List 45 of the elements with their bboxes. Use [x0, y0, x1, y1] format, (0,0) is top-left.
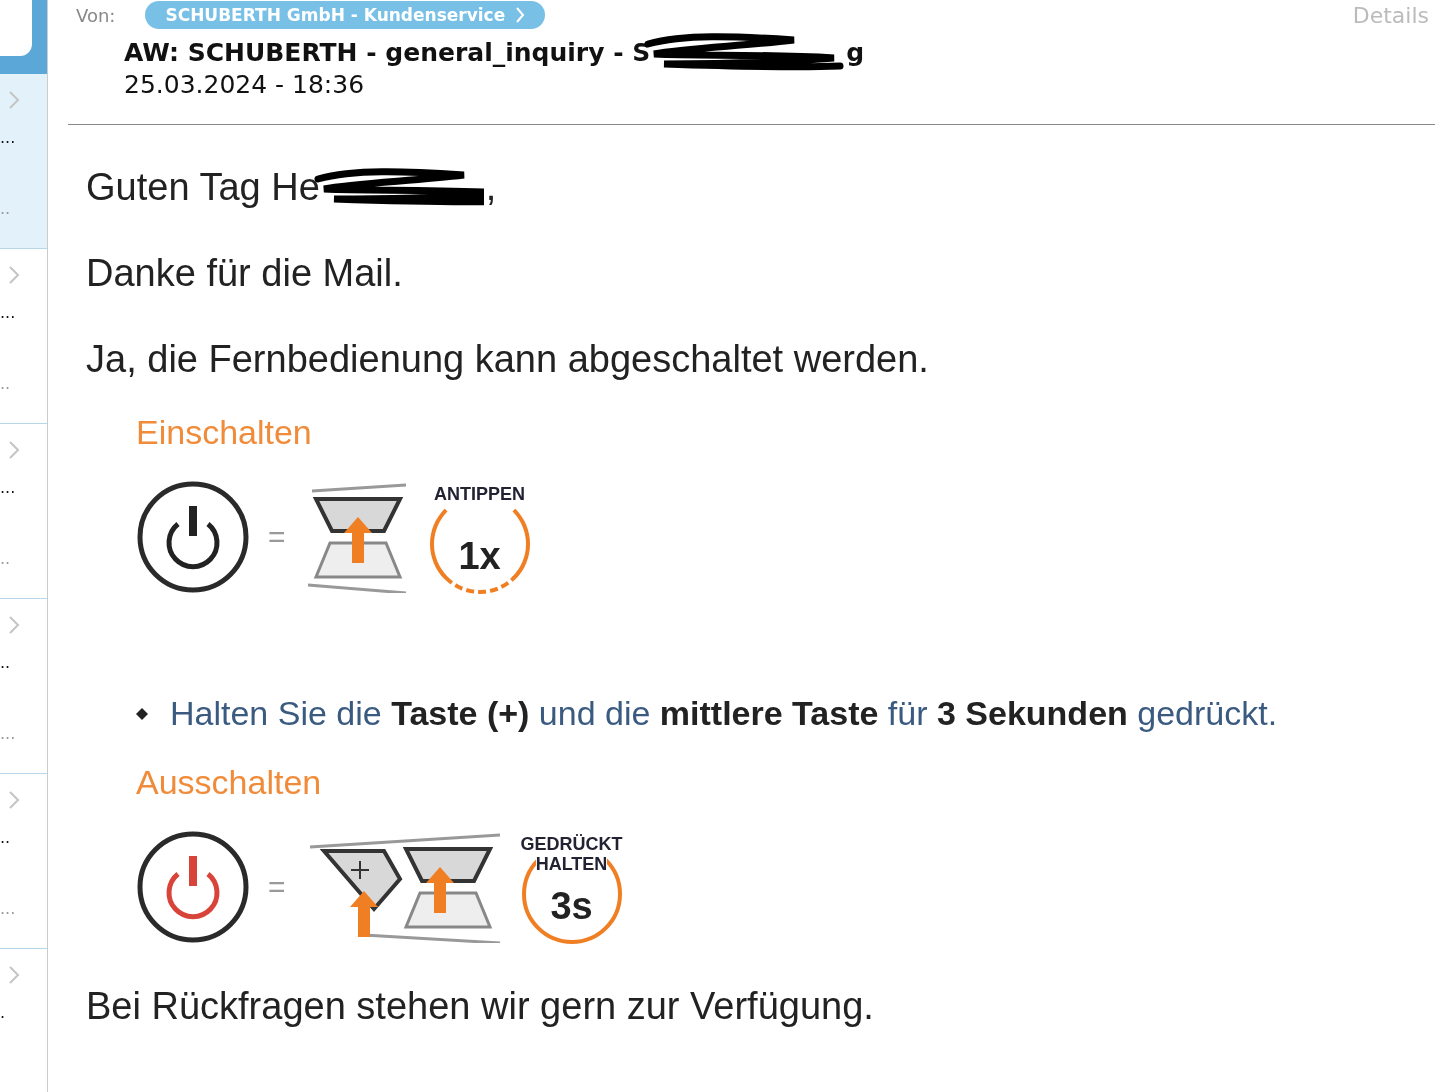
email-subject-end: g: [846, 37, 865, 67]
message-sender: ...: [0, 128, 16, 147]
message-preview: ...: [0, 899, 16, 918]
sidebar-card: [0, 0, 32, 56]
message-list-item[interactable]: .. ...: [0, 599, 47, 774]
power-icon: [136, 480, 250, 594]
message-sender: ..: [0, 653, 11, 672]
chevron-right-icon: [8, 90, 20, 110]
section-heading: Einschalten: [136, 413, 313, 452]
message-list-item[interactable]: ... ..: [0, 74, 47, 249]
email-date: 25.03.2024 - 18:36: [123, 70, 366, 101]
chevron-right-icon: [8, 440, 20, 460]
badge-label: GEDRÜCKT: [520, 834, 623, 854]
message-preview: ..: [0, 374, 11, 393]
chevron-right-icon: [8, 790, 20, 810]
message-list-item[interactable]: .: [0, 949, 47, 1092]
body-text: Ja, die Fernbedienung kann abgeschaltet werden.: [86, 336, 930, 382]
chevron-right-icon: [8, 265, 20, 285]
message-sender: ...: [0, 478, 16, 497]
badge-value: 1x: [458, 535, 501, 578]
greeting-text: Guten Tag He: [86, 165, 320, 209]
message-preview: ..: [0, 199, 11, 218]
chevron-right-icon: [515, 7, 526, 23]
section-heading: Ausschalten: [136, 763, 323, 802]
message-preview: ...: [0, 724, 16, 743]
message-preview: ..: [0, 549, 11, 568]
message-list-item[interactable]: .. ...: [0, 774, 47, 949]
body-text: Danke für die Mail.: [86, 250, 404, 296]
equals-sign: =: [268, 520, 286, 554]
badge-value: 3s: [550, 885, 593, 928]
email-subject: AW: SCHUBERTH - general_inquiry - S: [124, 37, 651, 67]
message-list-item[interactable]: ... ..: [0, 249, 47, 424]
equals-sign: =: [268, 870, 286, 904]
chevron-right-icon: [8, 965, 20, 985]
bullet-icon: [136, 707, 148, 720]
chevron-right-icon: [8, 615, 20, 635]
message-sender: ..: [0, 828, 11, 847]
instruction-text: Halten Sie die Taste (+) und die mittlere Taste für 3 Sekunden gedrückt.: [170, 694, 1278, 733]
message-list-item[interactable]: ... ..: [0, 424, 47, 599]
from-label: Von:: [76, 4, 116, 26]
greeting-comma: ,: [485, 165, 497, 209]
message-sender: .: [0, 1003, 6, 1022]
power-icon: [136, 830, 250, 944]
message-sender: ...: [0, 303, 16, 322]
body-text: Bei Rückfragen stehen wir gern zur Verfügung.: [86, 983, 875, 1029]
